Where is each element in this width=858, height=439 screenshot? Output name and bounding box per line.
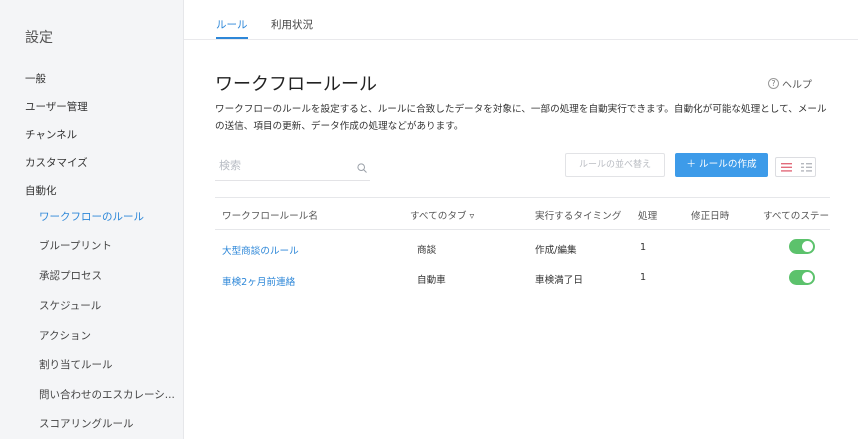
tab-rules[interactable]: ルール bbox=[216, 17, 248, 32]
sidebar-item-schedule[interactable]: スケジュール bbox=[39, 298, 101, 313]
sidebar-item-approval-process[interactable]: 承認プロセス bbox=[39, 268, 102, 283]
column-header-timing[interactable]: 実行するタイミング bbox=[535, 208, 626, 222]
page-description: ワークフローのルールを設定すると、ルールに合致したデータを対象に、一部の処理を自… bbox=[215, 104, 827, 132]
create-rule-button[interactable]: ＋ ルールの作成 bbox=[675, 153, 768, 177]
list-view-icon[interactable] bbox=[776, 158, 796, 176]
sidebar-item-automation[interactable]: 自動化 bbox=[25, 183, 57, 198]
sidebar-item-actions[interactable]: アクション bbox=[39, 328, 91, 343]
rule-status-toggle[interactable] bbox=[789, 239, 815, 254]
table-header-border bbox=[215, 229, 830, 230]
view-toggle bbox=[775, 157, 816, 177]
active-tab-indicator bbox=[216, 37, 248, 39]
help-icon: ? bbox=[768, 78, 779, 89]
sidebar-item-workflow-rules[interactable]: ワークフローのルール bbox=[39, 209, 144, 224]
tab-usage[interactable]: 利用状況 bbox=[271, 17, 313, 32]
app-root: 設定 一般 ユーザー管理 チャンネル カスタマイズ 自動化 ワークフローのルール… bbox=[0, 0, 858, 439]
rule-timing: 車検満了日 bbox=[535, 275, 583, 286]
rule-status-toggle[interactable] bbox=[789, 270, 815, 285]
rule-name-link[interactable]: 車検2ヶ月前連絡 bbox=[222, 274, 295, 288]
sidebar-item-case-escalation[interactable]: 問い合わせのエスカレーシ... bbox=[39, 387, 175, 402]
reorder-rules-button[interactable]: ルールの並べ替え bbox=[565, 153, 665, 177]
help-link[interactable]: ? ヘルプ bbox=[768, 76, 812, 91]
column-header-rule-name[interactable]: ワークフロールール名 bbox=[222, 208, 318, 222]
rule-tab: 自動車 bbox=[417, 275, 446, 286]
page-title: ワークフロールール bbox=[215, 74, 377, 95]
rule-tab: 商談 bbox=[417, 245, 437, 256]
sidebar-item-general[interactable]: 一般 bbox=[25, 71, 46, 86]
search-input[interactable] bbox=[219, 159, 349, 172]
column-header-modified[interactable]: 修正日時 bbox=[691, 208, 729, 222]
sidebar-item-user-management[interactable]: ユーザー管理 bbox=[25, 99, 88, 114]
settings-sidebar: 設定 一般 ユーザー管理 チャンネル カスタマイズ 自動化 ワークフローのルール… bbox=[0, 0, 184, 439]
search-box bbox=[215, 155, 370, 181]
sidebar-item-blueprint[interactable]: ブループリント bbox=[39, 238, 112, 253]
compact-view-icon[interactable] bbox=[796, 158, 816, 176]
sidebar-item-customize[interactable]: カスタマイズ bbox=[25, 155, 88, 170]
rule-name-link[interactable]: 大型商談のルール bbox=[222, 243, 299, 257]
sidebar-item-assignment-rules[interactable]: 割り当てルール bbox=[39, 357, 113, 372]
help-label: ヘルプ bbox=[782, 80, 812, 91]
column-header-actions[interactable]: 処理 bbox=[638, 208, 657, 222]
search-icon[interactable] bbox=[357, 163, 367, 173]
column-header-tab-filter[interactable]: すべてのタブ ▿ bbox=[410, 208, 474, 222]
sidebar-item-scoring-rules[interactable]: スコアリングルール bbox=[39, 416, 134, 431]
rule-timing: 作成/編集 bbox=[535, 245, 577, 256]
sidebar-item-channels[interactable]: チャンネル bbox=[25, 127, 77, 142]
column-header-status-filter[interactable]: すべてのステータス bbox=[763, 208, 830, 222]
top-tabs: ルール 利用状況 bbox=[184, 0, 858, 40]
table-top-border bbox=[215, 197, 830, 198]
rule-action-count: 1 bbox=[640, 272, 647, 283]
sidebar-title: 設定 bbox=[25, 30, 53, 46]
rule-action-count: 1 bbox=[640, 242, 647, 253]
